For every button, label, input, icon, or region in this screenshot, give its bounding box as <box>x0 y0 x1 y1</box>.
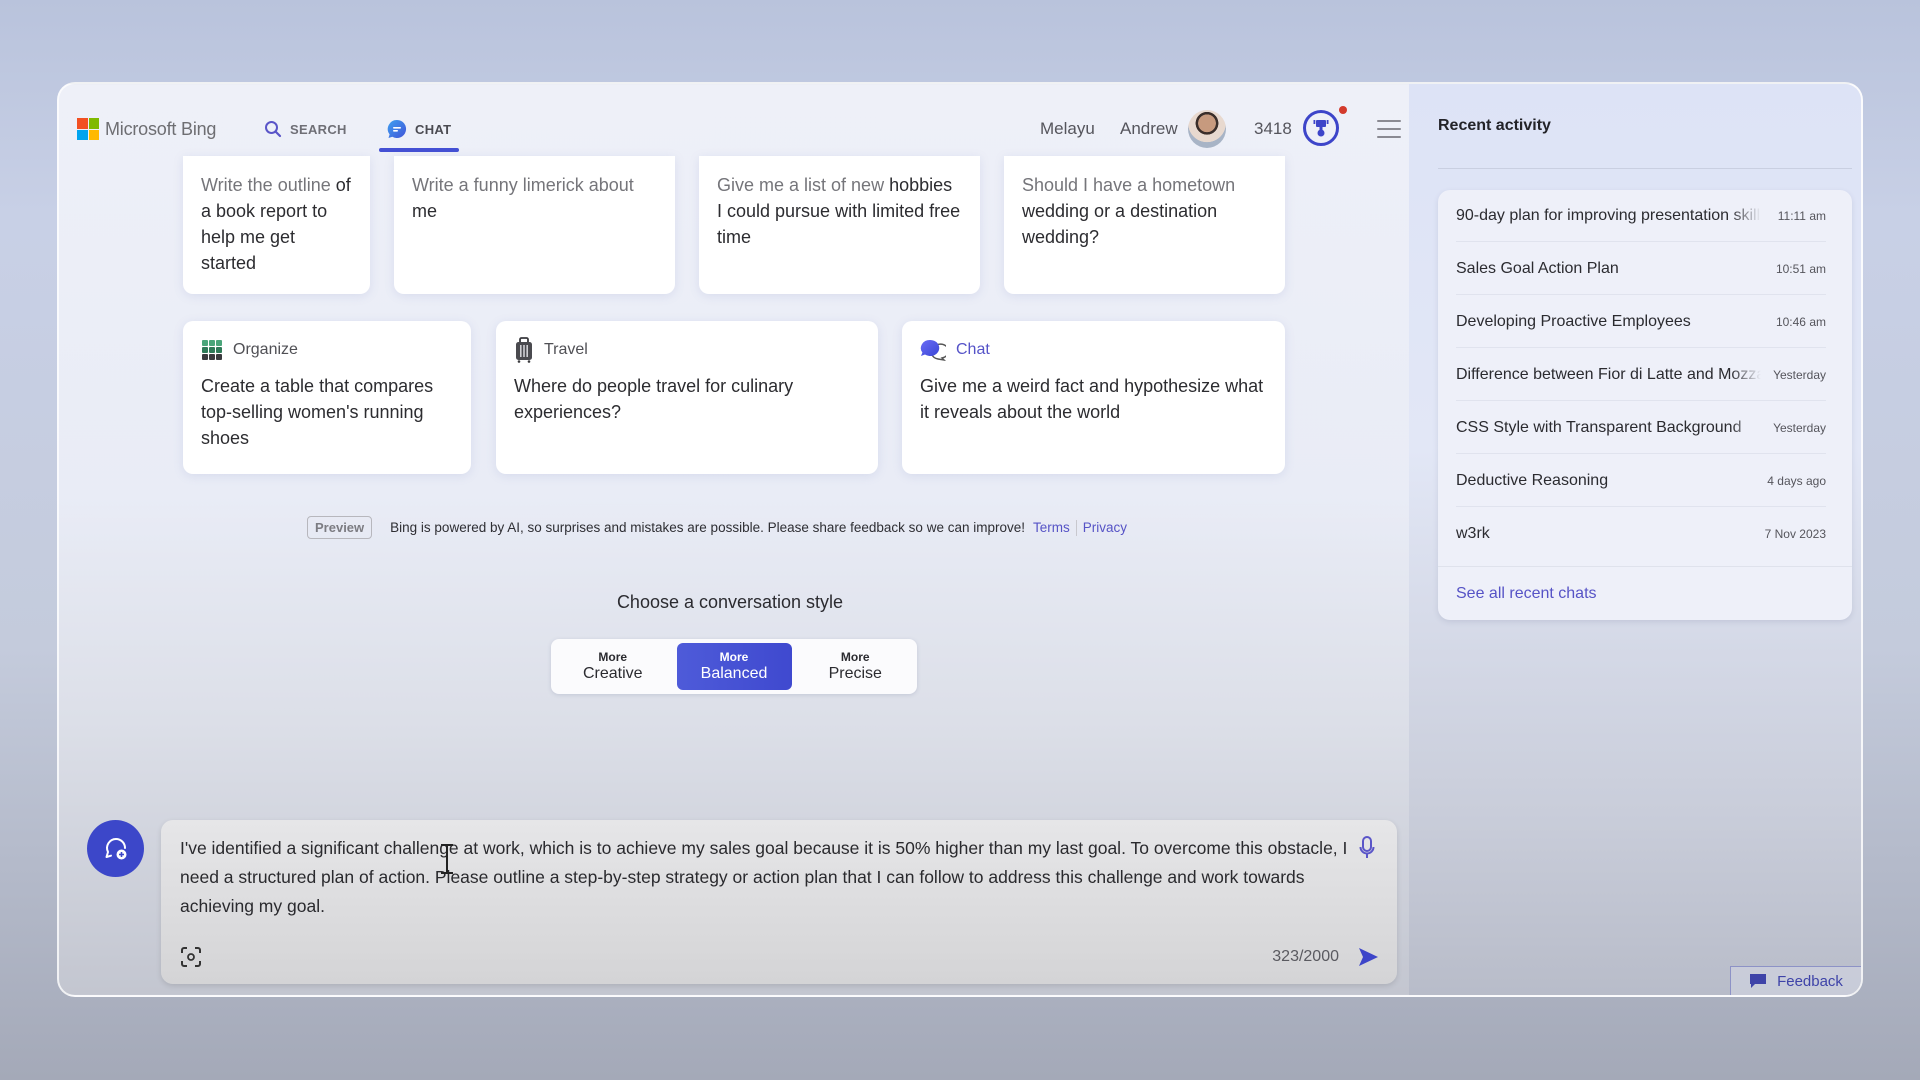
bing-logo[interactable]: Microsoft Bing <box>77 118 216 140</box>
recent-chat-title: w3rk <box>1456 525 1490 542</box>
feedback-button[interactable]: Feedback <box>1730 966 1861 995</box>
style-label: Creative <box>582 665 643 682</box>
style-prefix: More <box>719 650 749 664</box>
suggestion-text-line1: Write the outline <box>201 175 331 195</box>
suggestion-text: Where do people travel for culinary expe… <box>514 376 794 422</box>
feedback-label: Feedback <box>1777 972 1843 990</box>
suggestion-text: Give me a weird fact and hypothesize wha… <box>920 376 1264 422</box>
search-icon <box>265 121 282 138</box>
card-category: Travel <box>544 341 588 358</box>
recent-chat-time: 4 days ago <box>1767 473 1826 488</box>
style-label: Balanced <box>700 665 768 682</box>
tab-search[interactable]: SEARCH <box>264 114 347 144</box>
suggestion-card[interactable]: Write a funny limerick about me <box>394 156 675 294</box>
rewards-points[interactable]: 3418 <box>1254 119 1292 139</box>
recent-chat-item[interactable]: w3rk 7 Nov 2023 <box>1456 508 1826 560</box>
suggestion-text-rest: wedding or a destination wedding? <box>1022 201 1218 247</box>
tab-search-label: SEARCH <box>290 121 347 137</box>
recent-chat-title: Developing Proactive Employees <box>1456 312 1691 330</box>
conversation-style-toggle: More Creative More Balanced More Precise <box>551 639 917 694</box>
brand-name: Microsoft Bing <box>105 118 217 139</box>
recent-chat-time: 11:11 am <box>1777 208 1826 223</box>
suggestion-text-rest: me <box>412 201 438 221</box>
grid-table-icon <box>202 340 222 360</box>
suggestion-card[interactable]: Should I have a hometown wedding or a de… <box>1004 156 1285 294</box>
chat-bubbles-icon <box>920 339 946 361</box>
recent-activity-title: Recent activity <box>1438 117 1551 134</box>
active-tab-indicator <box>379 148 459 152</box>
recent-chat-time: 7 Nov 2023 <box>1764 527 1826 541</box>
recent-activity-list: 90-day plan for improving presentation s… <box>1438 190 1852 620</box>
chat-input[interactable] <box>180 834 1350 924</box>
luggage-icon <box>516 337 532 363</box>
recent-chat-item[interactable]: Deductive Reasoning 4 days ago <box>1456 455 1826 507</box>
suggestion-card-chat[interactable]: Chat Give me a weird fact and hypothesiz… <box>902 321 1285 474</box>
chat-input-box: 323/2000 <box>161 820 1397 984</box>
card-category: Chat <box>956 341 990 358</box>
link-separator <box>1075 519 1077 536</box>
recent-chat-title: Difference between Fior di Latte and Moz… <box>1456 365 1761 383</box>
privacy-link[interactable]: Privacy <box>1083 520 1127 535</box>
user-avatar[interactable] <box>1188 110 1226 148</box>
style-creative-button[interactable]: More Creative <box>555 643 671 690</box>
notification-dot <box>1339 106 1347 114</box>
character-count: 323/2000 <box>1272 948 1339 965</box>
suggestion-text-line1: Write a funny limerick about <box>412 175 634 195</box>
suggestion-card[interactable]: Give me a list of new hobbies I could pu… <box>699 156 980 294</box>
ai-disclaimer: Preview Bing is powered by AI, so surpri… <box>307 516 1127 539</box>
suggestion-card-travel[interactable]: Travel Where do people travel for culina… <box>496 321 878 474</box>
new-topic-icon <box>105 837 126 859</box>
recent-chat-title: Sales Goal Action Plan <box>1456 259 1619 277</box>
chat-bubble-icon <box>387 119 407 138</box>
style-balanced-button[interactable]: More Balanced <box>676 643 792 690</box>
suggestion-card[interactable]: Write the outline of a book report to he… <box>183 156 370 294</box>
style-label: Precise <box>828 665 882 682</box>
recent-chat-time: Yesterday <box>1773 367 1826 382</box>
microsoft-logo-icon <box>77 118 99 140</box>
visual-search-icon[interactable] <box>180 946 202 968</box>
style-prefix: More <box>840 650 870 664</box>
recent-activity-divider <box>1438 168 1852 169</box>
recent-chat-title: Deductive Reasoning <box>1456 471 1609 489</box>
send-icon[interactable] <box>1357 946 1379 968</box>
recent-chat-item[interactable]: Developing Proactive Employees 10:46 am <box>1456 296 1826 348</box>
recent-chat-item[interactable]: Sales Goal Action Plan 10:51 am <box>1456 243 1826 295</box>
style-precise-button[interactable]: More Precise <box>798 643 914 690</box>
terms-link[interactable]: Terms <box>1033 520 1070 535</box>
recent-chat-time: Yesterday <box>1773 420 1826 435</box>
see-all-recent-chats-link[interactable]: See all recent chats <box>1456 585 1597 603</box>
recent-chat-item[interactable]: 90-day plan for improving presentation s… <box>1456 190 1826 242</box>
suggestion-card-organize[interactable]: Organize Create a table that compares to… <box>183 321 471 474</box>
card-category: Organize <box>233 341 298 358</box>
recent-chat-item[interactable]: CSS Style with Transparent Background Ye… <box>1456 402 1826 454</box>
tab-chat[interactable]: CHAT <box>387 114 451 144</box>
conversation-style-title: Choose a conversation style <box>616 592 844 612</box>
recent-chat-item[interactable]: Difference between Fior di Latte and Moz… <box>1456 349 1826 401</box>
feedback-icon <box>1750 974 1767 988</box>
recent-chat-time: 10:46 am <box>1775 314 1826 329</box>
style-prefix: More <box>598 650 628 664</box>
microphone-icon[interactable] <box>1359 836 1375 860</box>
recent-chat-time: 10:51 am <box>1775 261 1826 276</box>
new-topic-button[interactable] <box>87 820 144 877</box>
tab-chat-label: CHAT <box>415 121 452 137</box>
recent-chat-title: CSS Style with Transparent Background <box>1456 418 1742 436</box>
user-name[interactable]: Andrew <box>1120 119 1178 139</box>
suggestion-text-line1: Should I have a hometown <box>1022 175 1236 195</box>
recent-chat-title: 90-day plan for improving presentation s… <box>1456 206 1761 224</box>
language-link[interactable]: Melayu <box>1040 119 1095 139</box>
menu-icon[interactable] <box>1377 120 1401 138</box>
preview-badge: Preview <box>307 516 373 539</box>
suggestion-text-line1: Give me a list of new <box>717 175 885 195</box>
bing-chat-window: Microsoft Bing SEARCH CHAT Melayu Andrew… <box>57 82 1863 997</box>
rewards-trophy-icon[interactable] <box>1303 110 1339 146</box>
text-cursor <box>441 844 453 874</box>
disclaimer-text: Bing is powered by AI, so surprises and … <box>390 520 1025 535</box>
recent-activity-footer: See all recent chats <box>1438 566 1852 620</box>
suggestion-text: Create a table that compares top-selling… <box>201 376 434 448</box>
